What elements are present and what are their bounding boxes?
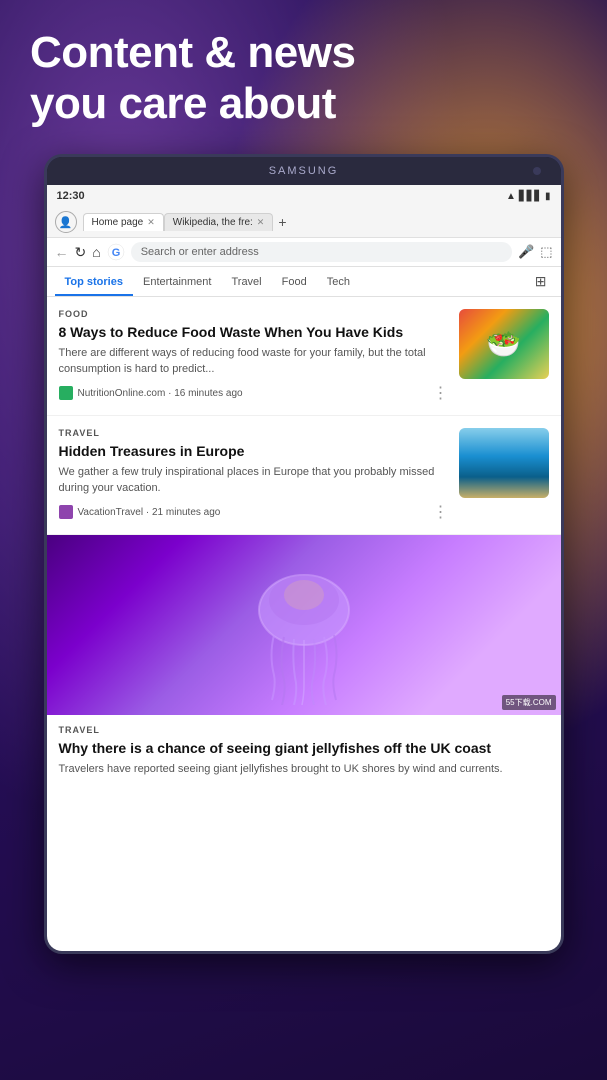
- refresh-button[interactable]: ↻: [75, 244, 87, 261]
- address-bar-row: ← ↻ ⌂ G Search or enter address 🎤 ⬚: [47, 238, 561, 267]
- profile-button[interactable]: 👤: [55, 211, 77, 233]
- phone-camera: [533, 167, 541, 175]
- content-nav-tabs: Top stories Entertainment Travel Food Te…: [47, 267, 561, 297]
- tab-food[interactable]: Food: [272, 268, 317, 296]
- vacation-source-logo: [59, 505, 73, 519]
- tab-wikipedia-close[interactable]: ✕: [257, 217, 265, 228]
- grid-options-icon[interactable]: ⊞: [529, 267, 553, 296]
- article-jellyfish: 55下载.COM TRAVEL Why there is a chance of…: [47, 535, 561, 794]
- headline: Content & news you care about: [30, 28, 577, 129]
- nutrition-source-logo: [59, 386, 73, 400]
- signal-icon: ▋▋▋: [519, 191, 542, 202]
- phone-top-bar: SAMSUNG: [47, 157, 561, 185]
- svg-text:G: G: [111, 247, 120, 259]
- article-food-waste-source: NutritionOnline.com · 16 minutes ago: [78, 388, 428, 399]
- article-jellyfish-title[interactable]: Why there is a chance of seeing giant je…: [59, 739, 549, 757]
- headline-line1: Content & news: [30, 28, 355, 77]
- article-food-more-button[interactable]: ⋮: [433, 383, 449, 403]
- article-europe-source: VacationTravel · 21 minutes ago: [78, 507, 428, 518]
- article-europe-meta: VacationTravel · 21 minutes ago ⋮: [59, 502, 449, 522]
- status-time: 12:30: [57, 190, 85, 202]
- watermark: 55下载.COM: [502, 695, 556, 710]
- browser-tabs-row: Home page ✕ Wikipedia, the fre: ✕ +: [83, 213, 553, 231]
- article-food-waste-text: FOOD 8 Ways to Reduce Food Waste When Yo…: [59, 309, 449, 403]
- address-input[interactable]: Search or enter address: [131, 242, 512, 262]
- article-europe-title[interactable]: Hidden Treasures in Europe: [59, 442, 449, 460]
- phone-container: SAMSUNG 12:30 ▲ ▋▋▋ ▮ 👤 Home: [0, 154, 607, 954]
- jellyfish-thumbnail: 55下载.COM: [47, 535, 561, 715]
- article-food-waste: FOOD 8 Ways to Reduce Food Waste When Yo…: [47, 297, 561, 416]
- article-food-waste-meta: NutritionOnline.com · 16 minutes ago ⋮: [59, 383, 449, 403]
- tab-travel[interactable]: Travel: [221, 268, 271, 296]
- article-europe-category: TRAVEL: [59, 428, 449, 438]
- travel-thumbnail-image: [459, 428, 549, 498]
- jellyfish-image-container: 55下载.COM: [47, 535, 561, 715]
- status-bar: 12:30 ▲ ▋▋▋ ▮: [47, 185, 561, 207]
- food-thumbnail-image: [459, 309, 549, 379]
- tab-top-stories[interactable]: Top stories: [55, 268, 133, 296]
- headline-line2: you care about: [30, 79, 336, 128]
- article-europe-desc: We gather a few truly inspirational plac…: [59, 465, 449, 496]
- article-europe-treasures: TRAVEL Hidden Treasures in Europe We gat…: [47, 416, 561, 535]
- back-button[interactable]: ←: [55, 244, 69, 260]
- status-icons: ▲ ▋▋▋ ▮: [506, 191, 551, 202]
- jellyfish-svg: [224, 545, 384, 705]
- phone-frame: SAMSUNG 12:30 ▲ ▋▋▋ ▮ 👤 Home: [44, 154, 564, 954]
- battery-icon: ▮: [545, 191, 551, 202]
- address-placeholder: Search or enter address: [141, 246, 259, 258]
- mic-icon[interactable]: 🎤: [518, 244, 534, 260]
- header-section: Content & news you care about: [0, 0, 607, 149]
- article-food-waste-thumb: [459, 309, 549, 379]
- tabs-overview-icon[interactable]: ⬚: [540, 244, 552, 260]
- article-jellyfish-desc: Travelers have reported seeing giant jel…: [59, 762, 549, 777]
- article-europe-more-button[interactable]: ⋮: [433, 502, 449, 522]
- tab-homepage-label: Home page: [92, 217, 144, 228]
- home-button[interactable]: ⌂: [92, 244, 100, 260]
- new-tab-button[interactable]: +: [273, 214, 291, 230]
- tab-tech[interactable]: Tech: [317, 268, 360, 296]
- tab-wikipedia[interactable]: Wikipedia, the fre: ✕: [164, 213, 274, 231]
- article-jellyfish-content: TRAVEL Why there is a chance of seeing g…: [47, 715, 561, 794]
- tab-entertainment[interactable]: Entertainment: [133, 268, 221, 296]
- article-food-waste-desc: There are different ways of reducing foo…: [59, 346, 449, 377]
- tab-homepage[interactable]: Home page ✕: [83, 213, 164, 231]
- browser-tab-bar: 👤 Home page ✕ Wikipedia, the fre: ✕ +: [47, 207, 561, 238]
- article-europe-text: TRAVEL Hidden Treasures in Europe We gat…: [59, 428, 449, 522]
- tab-wikipedia-label: Wikipedia, the fre:: [173, 217, 253, 228]
- article-europe-thumb: [459, 428, 549, 498]
- article-food-waste-title[interactable]: 8 Ways to Reduce Food Waste When You Hav…: [59, 323, 449, 341]
- content-area: FOOD 8 Ways to Reduce Food Waste When Yo…: [47, 297, 561, 933]
- phone-screen: 12:30 ▲ ▋▋▋ ▮ 👤 Home page ✕: [47, 185, 561, 951]
- tab-homepage-close[interactable]: ✕: [147, 217, 155, 228]
- google-logo: G: [107, 243, 125, 261]
- samsung-brand: SAMSUNG: [269, 165, 339, 177]
- wifi-icon: ▲: [506, 191, 516, 202]
- article-food-waste-category: FOOD: [59, 309, 449, 319]
- profile-icon: 👤: [59, 216, 73, 229]
- article-jellyfish-category: TRAVEL: [59, 725, 549, 735]
